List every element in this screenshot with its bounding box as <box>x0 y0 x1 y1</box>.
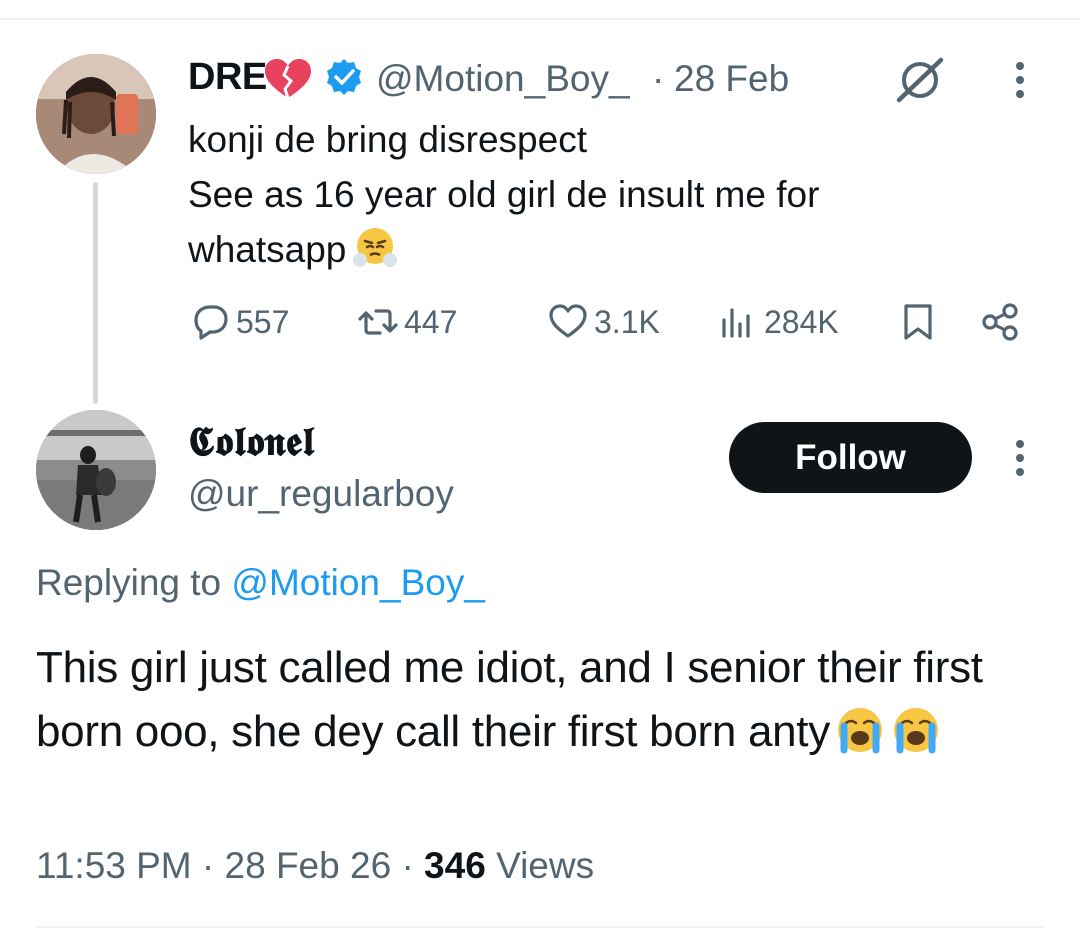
meta-separator: · <box>401 845 414 886</box>
reply-views-count: 346 <box>424 845 486 886</box>
heart-outline-icon <box>549 304 587 338</box>
verified-badge-icon <box>325 58 363 96</box>
reply-author-name[interactable]: 𝕮𝖔𝖑𝖔𝖓𝖊𝖑 <box>188 418 315 465</box>
more-options-icon[interactable] <box>1006 58 1034 102</box>
views-count: 284K <box>764 303 839 340</box>
grok-icon[interactable] <box>893 56 947 104</box>
separator-dot: · <box>652 58 665 99</box>
tweet-text-body: konji de bring disrespect See as 16 year… <box>188 119 820 270</box>
tweet-full-date[interactable]: 28 Feb 26 <box>225 845 392 886</box>
views-chart-icon <box>722 308 750 338</box>
views-button[interactable]: 284K <box>716 298 839 346</box>
tweet-meta: 11:53 PM · 28 Feb 26 · 346 Views <box>36 845 594 887</box>
like-count: 3.1K <box>594 303 660 340</box>
retweet-count: 447 <box>404 303 458 340</box>
tweet-text: konji de bring disrespect See as 16 year… <box>188 112 1008 277</box>
reply-icon <box>194 305 228 340</box>
share-button[interactable] <box>978 298 1022 346</box>
bookmark-icon <box>904 304 932 340</box>
replying-to-line: Replying to @Motion_Boy_ <box>36 562 485 604</box>
avatar-dre[interactable] <box>36 54 156 174</box>
author-handle[interactable]: @Motion_Boy_ <box>376 58 630 100</box>
bottom-divider <box>36 926 1044 928</box>
face-with-steam-emoji-icon <box>352 224 398 270</box>
reply-views-label: Views <box>496 845 595 886</box>
thread-line <box>93 182 98 404</box>
reply-button[interactable]: 557 <box>188 298 289 346</box>
loudly-crying-emoji-icon <box>890 704 942 756</box>
like-button[interactable]: 3.1K <box>546 298 660 346</box>
more-options-icon[interactable] <box>1006 436 1034 480</box>
bookmark-button[interactable] <box>896 298 940 346</box>
avatar-colonel[interactable] <box>36 410 156 530</box>
tweet-date[interactable]: 28 Feb <box>674 58 789 100</box>
reply-count: 557 <box>236 303 290 340</box>
top-divider <box>0 18 1080 20</box>
broken-heart-icon <box>263 58 313 100</box>
retweet-button[interactable]: 447 <box>356 298 457 346</box>
loudly-crying-emoji-icon <box>834 704 886 756</box>
tweet-time[interactable]: 11:53 PM <box>36 845 192 886</box>
share-icon <box>982 303 1018 341</box>
replying-to-mention[interactable]: @Motion_Boy_ <box>231 562 485 603</box>
replying-to-label: Replying to <box>36 562 222 603</box>
retweet-icon <box>358 309 398 335</box>
reply-author-handle[interactable]: @ur_regularboy <box>188 473 454 515</box>
follow-button[interactable]: Follow <box>729 422 972 493</box>
meta-separator: · <box>201 845 215 886</box>
reply-text: This girl just called me idiot, and I se… <box>36 636 1056 764</box>
author-name[interactable]: DRE <box>188 56 267 99</box>
